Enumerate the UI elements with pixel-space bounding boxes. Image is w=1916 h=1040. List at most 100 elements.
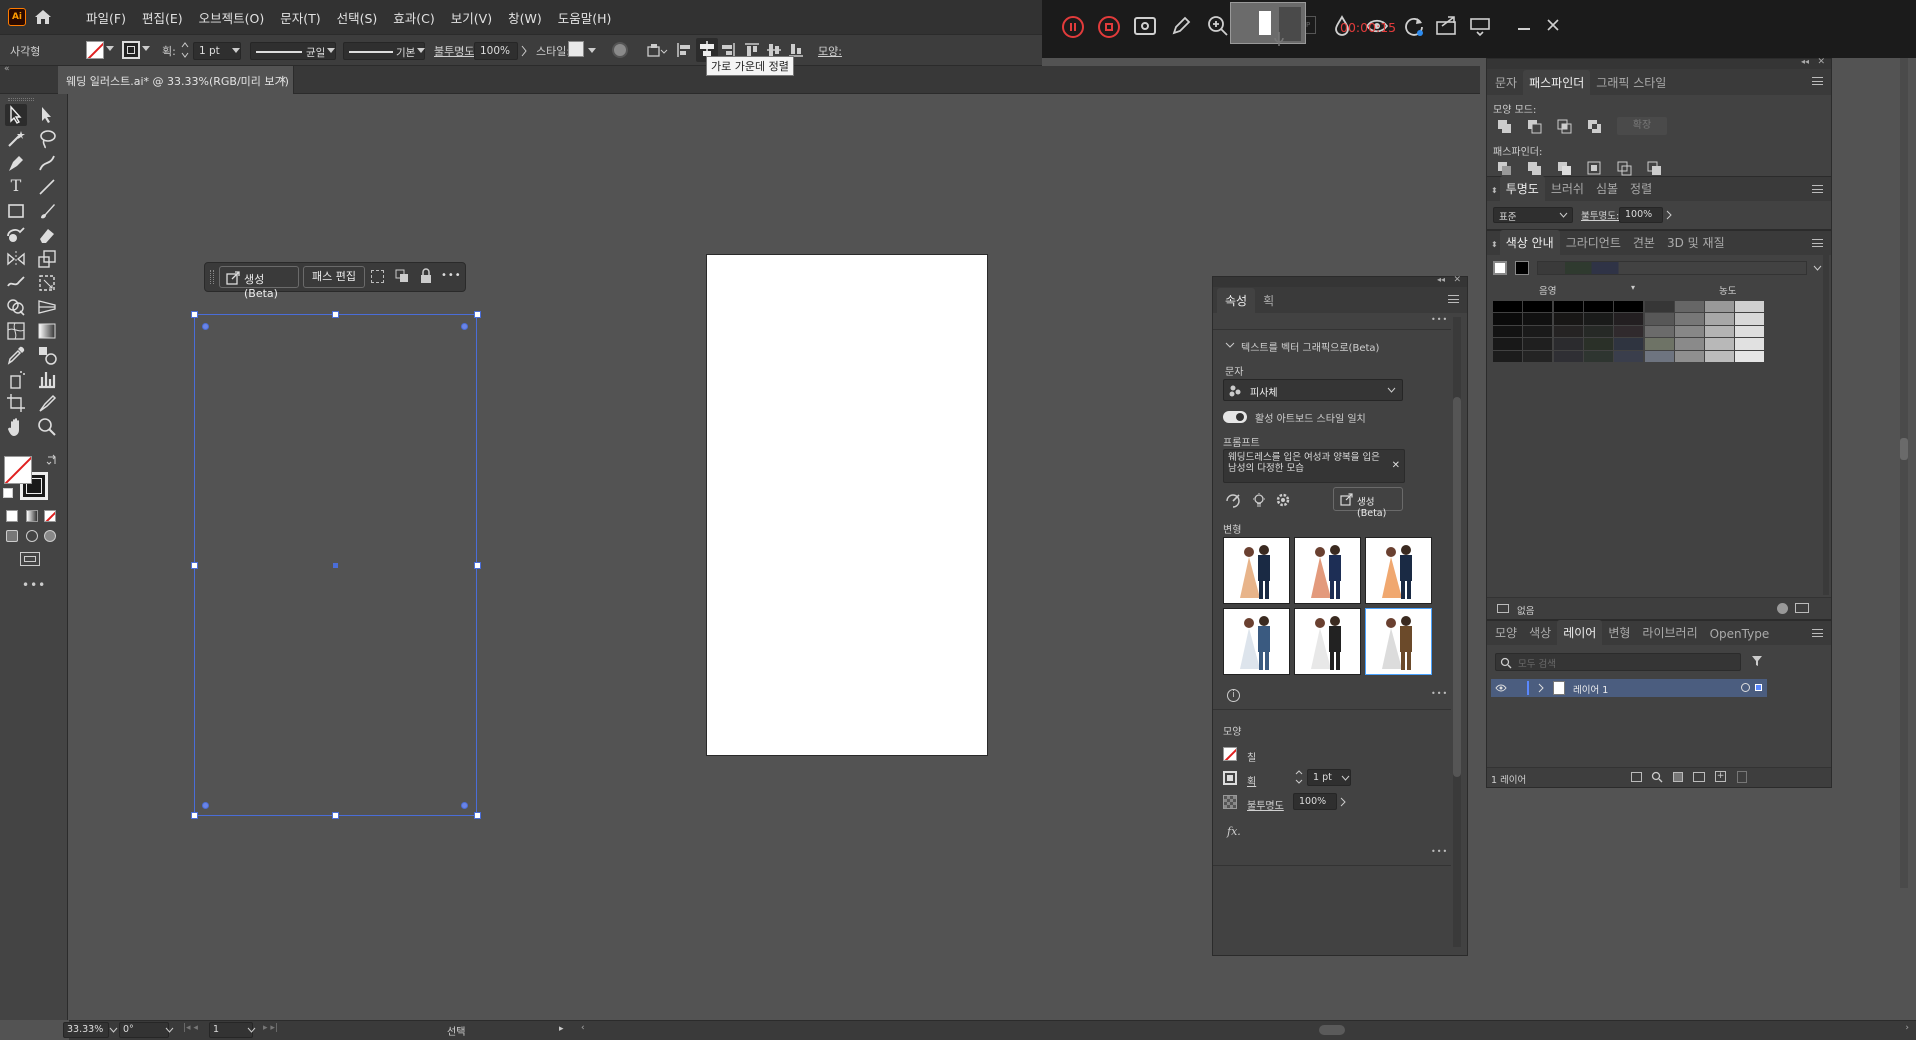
zoom-level-field[interactable]: 33.33% [63, 1022, 109, 1038]
variation-thumbnail-2[interactable] [1294, 537, 1361, 604]
bbox-handle-left[interactable] [191, 562, 198, 569]
variation-thumbnail-3[interactable] [1365, 537, 1432, 604]
brush-dropdown-icon[interactable] [417, 48, 425, 53]
selection-tool-icon[interactable] [5, 104, 27, 126]
blend-mode-select[interactable]: 표준 [1493, 207, 1573, 223]
color-mode-icon[interactable] [6, 510, 18, 522]
edit-path-button[interactable]: 패스 편집 [303, 266, 365, 288]
stroke-color-swatch[interactable] [1223, 771, 1237, 785]
base-color-white-swatch[interactable] [1493, 261, 1507, 275]
zoom-tool-icon[interactable] [36, 416, 58, 438]
slice-tool-icon[interactable] [36, 392, 58, 414]
color-swatch-cell[interactable] [1583, 301, 1613, 313]
tab-opentype[interactable]: OpenType [1704, 623, 1776, 645]
arrange-icon[interactable] [646, 43, 668, 59]
tab-3d-materials[interactable]: 3D 및 재질 [1661, 230, 1731, 255]
menu-item-6[interactable]: 보기(V) [443, 8, 500, 27]
layer-expand-chevron-icon[interactable] [1537, 683, 1545, 693]
tab-appearance[interactable]: 모양 [1489, 620, 1523, 645]
color-swatch-cell[interactable] [1614, 338, 1644, 350]
crop-icon[interactable] [1587, 161, 1603, 177]
tab-stroke[interactable]: 획 [1255, 288, 1282, 313]
direct-selection-tool-icon[interactable] [36, 104, 58, 126]
color-swatch-cell[interactable] [1735, 350, 1765, 362]
fill-swatch[interactable] [86, 41, 104, 59]
curvature-tool-icon[interactable] [36, 152, 58, 174]
base-color-black-swatch[interactable] [1515, 261, 1529, 275]
color-swatch-cell[interactable] [1705, 301, 1735, 313]
tab-graphic-styles[interactable]: 그래픽 스타일 [1590, 70, 1672, 95]
properties-close-icon[interactable]: ✕ [1453, 275, 1461, 285]
stroke-stepper[interactable] [181, 41, 189, 59]
column-graph-tool-icon[interactable] [36, 368, 58, 390]
transparency-menu-icon[interactable] [1812, 185, 1823, 193]
exclude-icon[interactable] [1587, 119, 1603, 135]
home-icon[interactable] [32, 6, 54, 28]
close-icon[interactable] [1546, 18, 1560, 32]
tab-properties[interactable]: 속성 [1217, 288, 1256, 313]
minimize-icon[interactable] [1518, 28, 1530, 30]
opacity-checker-icon[interactable] [1223, 795, 1237, 809]
menu-item-5[interactable]: 효과(C) [385, 8, 442, 27]
color-swatch-cell[interactable] [1614, 350, 1644, 362]
pause-record-icon[interactable] [1062, 16, 1084, 38]
color-guide-collapse-icon[interactable]: ⬍ [1489, 234, 1500, 255]
appearance-stroke-dropdown-icon[interactable] [1341, 775, 1350, 781]
tab-transparency[interactable]: 투명도 [1499, 176, 1545, 201]
align-left-icon[interactable] [676, 42, 692, 58]
blend-tool-icon[interactable] [36, 344, 58, 366]
tab-layers[interactable]: 레이어 [1557, 620, 1603, 645]
color-swatch-cell[interactable] [1493, 301, 1522, 313]
dock-collapse-icon[interactable]: ◂◂ [1801, 57, 1809, 66]
artboard-dropdown-icon[interactable] [247, 1027, 256, 1033]
info-icon[interactable]: i [1227, 689, 1240, 702]
gradient-tool-icon[interactable] [36, 320, 58, 342]
color-guide-menu-icon[interactable] [1812, 239, 1823, 247]
rotation-dropdown-icon[interactable] [165, 1027, 174, 1033]
opacity-label[interactable]: 불투명도: [434, 43, 478, 59]
section-collapse-chevron-icon[interactable] [1225, 341, 1235, 349]
transparency-collapse-icon[interactable]: ⬍ [1489, 180, 1500, 201]
style-picker-icon[interactable] [1225, 493, 1241, 509]
bbox-handle-top-left[interactable] [191, 311, 198, 318]
eyedropper-tool-icon[interactable] [5, 344, 27, 366]
layer-visibility-eye-icon[interactable] [1495, 683, 1507, 693]
tab-character[interactable]: 문자 [1489, 70, 1523, 95]
magic-wand-tool-icon[interactable] [5, 128, 27, 150]
layers-filter-icon[interactable] [1751, 655, 1763, 667]
draw-behind-icon[interactable] [26, 530, 38, 542]
color-swatch-cell[interactable] [1674, 338, 1704, 350]
fill-dropdown-icon[interactable] [106, 46, 114, 51]
harmony-strip[interactable] [1537, 261, 1807, 275]
variation-thumbnail-6[interactable] [1365, 608, 1432, 675]
variation-thumbnail-4[interactable] [1223, 608, 1290, 675]
menu-item-0[interactable]: 파일(F) [78, 8, 134, 27]
tab-symbols[interactable]: 심볼 [1590, 176, 1624, 201]
fx-effects-icon[interactable]: fx. [1227, 825, 1241, 838]
transform-bounds-icon[interactable] [371, 270, 384, 283]
stop-record-icon[interactable] [1098, 16, 1120, 38]
context-more-icon[interactable]: ••• [441, 270, 462, 281]
save-group-icon[interactable] [1795, 603, 1809, 613]
next-artboard-icon[interactable]: ▸ ▸| [263, 1023, 278, 1033]
layer-row[interactable]: 레이어 1 [1491, 679, 1767, 697]
fill-color-box[interactable] [4, 456, 32, 484]
panel-more-top-icon[interactable]: ••• [1431, 315, 1448, 324]
color-swatch-cell[interactable] [1493, 313, 1522, 325]
prompt-textarea[interactable]: 웨딩드레스를 입은 여성과 양복을 입은 남성의 다정한 모습 ✕ [1223, 449, 1405, 483]
color-swatch-cell[interactable] [1644, 338, 1674, 350]
default-fill-stroke-icon[interactable] [3, 488, 13, 498]
color-swatch-cell[interactable] [1583, 338, 1613, 350]
line-segment-tool-icon[interactable] [36, 176, 58, 198]
export-layer-icon[interactable] [1631, 772, 1642, 782]
color-swatch-cell[interactable] [1523, 350, 1553, 362]
color-swatch-cell[interactable] [1523, 301, 1553, 313]
color-swatch-cell[interactable] [1705, 338, 1735, 350]
shape-label[interactable]: 모양: [818, 43, 842, 59]
color-swatch-cell[interactable] [1705, 313, 1735, 325]
tab-transform[interactable]: 변형 [1602, 620, 1636, 645]
paintbrush-tool-icon[interactable] [36, 200, 58, 222]
tab-color[interactable]: 색상 [1523, 620, 1557, 645]
bbox-handle-top[interactable] [332, 311, 339, 318]
delete-layer-icon[interactable] [1737, 771, 1747, 783]
